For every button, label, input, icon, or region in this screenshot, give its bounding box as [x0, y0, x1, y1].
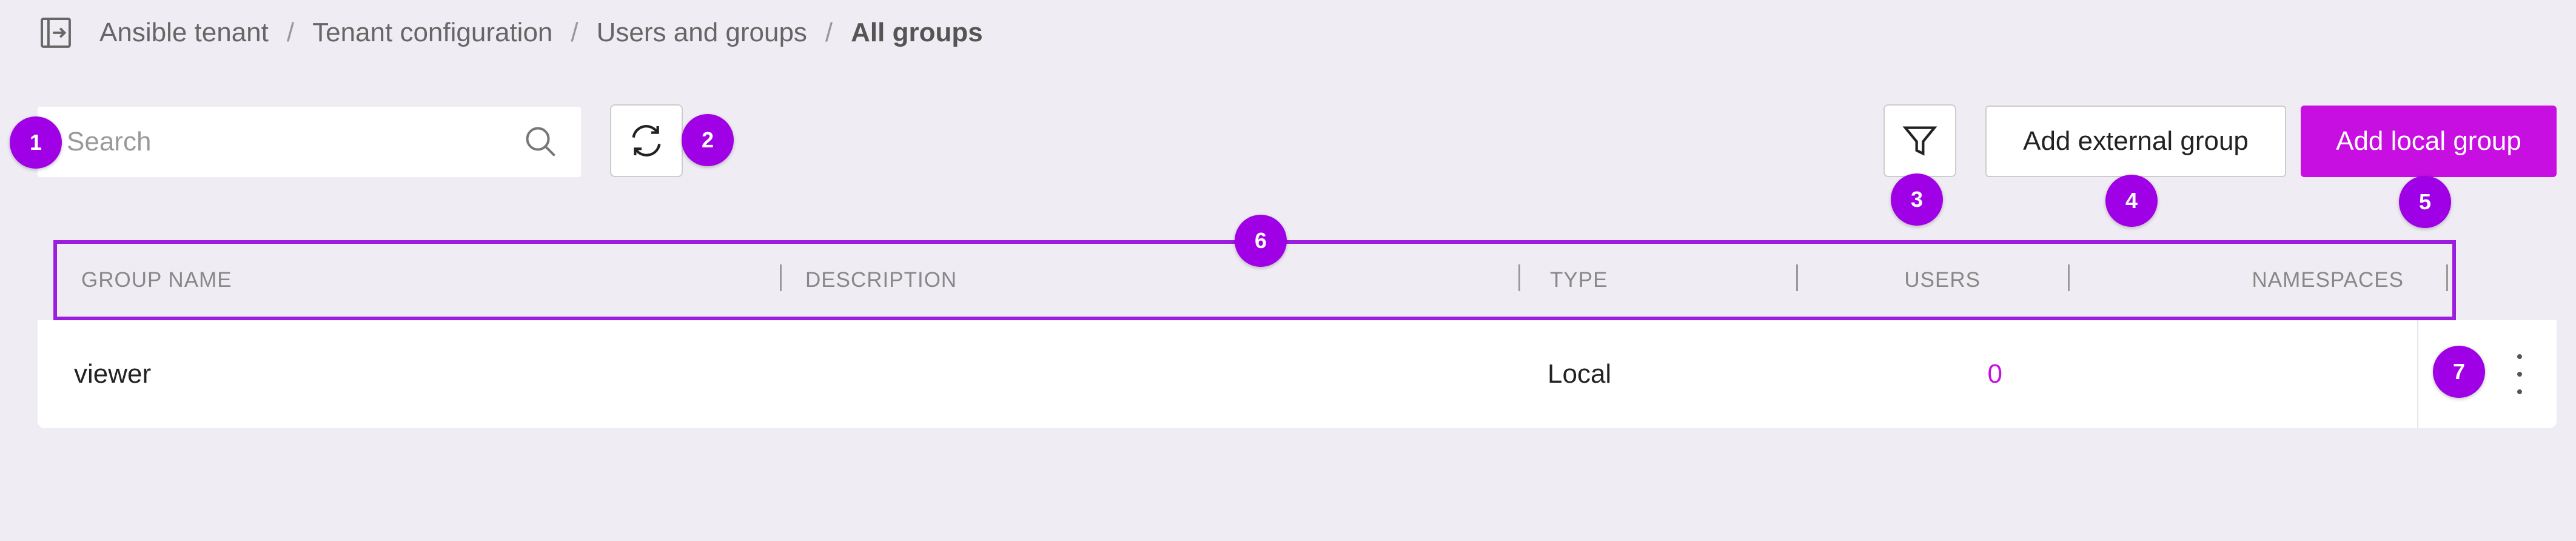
- marker-6: 6: [1235, 215, 1287, 267]
- cell-users-link[interactable]: 0: [1796, 320, 2002, 428]
- column-resize-handle[interactable]: [1518, 264, 1520, 291]
- breadcrumb-separator: /: [571, 18, 579, 47]
- search-icon[interactable]: [523, 124, 559, 160]
- marker-2: 2: [682, 114, 734, 166]
- add-local-group-button[interactable]: Add local group: [2301, 106, 2557, 177]
- row-action-divider: [2417, 320, 2418, 428]
- row-actions-kebab-icon[interactable]: [2511, 354, 2529, 394]
- breadcrumb-tenant-configuration[interactable]: Tenant configuration: [312, 18, 552, 48]
- column-resize-handle[interactable]: [780, 264, 782, 291]
- column-header-namespaces[interactable]: NAMESPACES: [2082, 244, 2404, 317]
- filter-button[interactable]: [1883, 104, 1956, 177]
- search-input[interactable]: [65, 126, 492, 158]
- marker-5: 5: [2399, 176, 2451, 228]
- search-box: [38, 107, 581, 177]
- breadcrumb-separator: /: [825, 18, 833, 47]
- column-resize-handle[interactable]: [2446, 264, 2448, 291]
- refresh-button[interactable]: [610, 104, 683, 177]
- marker-4: 4: [2105, 175, 2158, 227]
- add-external-group-button[interactable]: Add external group: [1985, 106, 2286, 177]
- breadcrumb-separator: /: [286, 18, 295, 47]
- column-resize-handle[interactable]: [1796, 264, 1798, 291]
- column-header-description[interactable]: DESCRIPTION: [805, 244, 957, 317]
- column-header-group-name[interactable]: GROUP NAME: [81, 244, 232, 317]
- breadcrumb-users-and-groups[interactable]: Users and groups: [597, 18, 807, 48]
- cell-group-name[interactable]: viewer: [74, 320, 151, 428]
- column-header-type[interactable]: TYPE: [1550, 244, 1608, 317]
- refresh-icon: [632, 125, 661, 156]
- breadcrumb-all-groups: All groups: [851, 18, 983, 47]
- breadcrumb-tenant[interactable]: Ansible tenant: [99, 18, 269, 48]
- marker-3: 3: [1891, 173, 1943, 226]
- filter-icon: [1902, 126, 1937, 156]
- column-resize-handle[interactable]: [2068, 264, 2070, 291]
- cell-type: Local: [1548, 359, 1612, 389]
- marker-7: 7: [2433, 346, 2485, 398]
- cell-namespaces: 1: [2063, 320, 2475, 428]
- column-header-users[interactable]: USERS: [1816, 244, 1981, 317]
- marker-1: 1: [10, 116, 62, 169]
- breadcrumb: Ansible tenant / Tenant configuration / …: [38, 13, 983, 52]
- sidebar-toggle-icon[interactable]: [38, 15, 74, 51]
- table-row: viewer Local 0 1: [38, 320, 2557, 428]
